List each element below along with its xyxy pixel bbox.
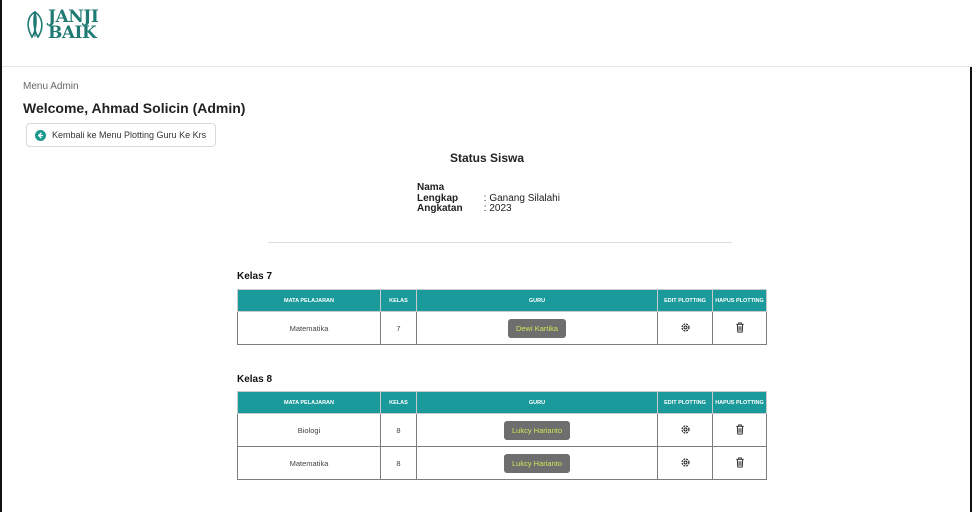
welcome-text: Welcome, Ahmad Solicin (Admin) xyxy=(23,100,246,116)
gear-icon[interactable] xyxy=(680,424,691,437)
gear-icon[interactable] xyxy=(680,322,691,335)
col-header-subject: MATA PELAJARAN xyxy=(237,391,381,414)
edit-cell xyxy=(657,413,713,447)
table-row: Matematika 8 Lukcy Harianto xyxy=(237,446,767,480)
trash-icon[interactable] xyxy=(735,456,745,470)
breadcrumb: Menu Admin xyxy=(23,81,79,92)
year-value: : 2023 xyxy=(483,203,512,214)
edit-cell xyxy=(657,311,713,345)
table-row: Biologi 8 Lukcy Harianto xyxy=(237,413,767,447)
kelas-cell: 8 xyxy=(380,413,417,447)
table-header-row: MATA PELAJARAN KELAS GURU EDIT PLOTTING … xyxy=(237,289,767,312)
table-row: Matematika 7 Dewi Kartika xyxy=(237,311,767,345)
col-header-kelas: KELAS xyxy=(380,289,417,312)
kelas-cell: 8 xyxy=(380,446,417,480)
name-row: Nama Lengkap : Ganang Silalahi xyxy=(417,182,560,204)
guru-button[interactable]: Dewi Kartika xyxy=(507,318,567,338)
back-button-label: Kembali ke Menu Plotting Guru Ke Krs xyxy=(52,130,207,140)
arrow-left-circle-icon xyxy=(35,129,46,141)
guru-cell: Lukcy Harianto xyxy=(416,446,658,480)
delete-cell xyxy=(712,311,767,345)
delete-cell xyxy=(712,413,767,447)
brand-name: JANJI BAIK xyxy=(48,9,99,43)
kelas-7-table: MATA PELAJARAN KELAS GURU EDIT PLOTTING … xyxy=(237,289,767,345)
kelas-cell: 7 xyxy=(380,311,417,345)
gear-icon[interactable] xyxy=(680,457,691,470)
col-header-subject: MATA PELAJARAN xyxy=(237,289,381,312)
subject-cell: Biologi xyxy=(237,413,381,447)
name-label: Nama Lengkap xyxy=(417,182,459,204)
col-header-guru: GURU xyxy=(416,289,658,312)
top-bar: JANJI BAIK xyxy=(2,0,972,67)
guru-cell: Dewi Kartika xyxy=(416,311,658,345)
guru-button[interactable]: Lukcy Harianto xyxy=(503,420,571,440)
col-header-edit: EDIT PLOTTING xyxy=(657,289,713,312)
year-row: Angkatan : 2023 xyxy=(417,203,512,214)
guru-button[interactable]: Lukcy Harianto xyxy=(503,453,571,473)
trash-icon[interactable] xyxy=(735,321,745,335)
col-header-delete: HAPUS PLOTTING xyxy=(712,289,767,312)
delete-cell xyxy=(712,446,767,480)
back-to-plotting-button[interactable]: Kembali ke Menu Plotting Guru Ke Krs xyxy=(26,123,216,147)
divider xyxy=(268,242,732,243)
kelas-8-table: MATA PELAJARAN KELAS GURU EDIT PLOTTING … xyxy=(237,391,767,480)
subject-cell: Matematika xyxy=(237,311,381,345)
col-header-delete: HAPUS PLOTTING xyxy=(712,391,767,414)
subject-cell: Matematika xyxy=(237,446,381,480)
table-header-row: MATA PELAJARAN KELAS GURU EDIT PLOTTING … xyxy=(237,391,767,414)
brand-logo[interactable]: JANJI BAIK xyxy=(24,9,99,43)
col-header-edit: EDIT PLOTTING xyxy=(657,391,713,414)
section-title: Kelas 7 xyxy=(237,271,273,282)
leaf-logo-icon xyxy=(27,11,43,39)
trash-icon[interactable] xyxy=(735,423,745,437)
col-header-guru: GURU xyxy=(416,391,658,414)
section-title: Kelas 8 xyxy=(237,374,273,385)
brand-line2: BAIK xyxy=(48,23,97,43)
col-header-kelas: KELAS xyxy=(380,391,417,414)
edit-cell xyxy=(657,446,713,480)
guru-cell: Lukcy Harianto xyxy=(416,413,658,447)
status-title: Status Siswa xyxy=(449,151,525,165)
year-label: Angkatan xyxy=(417,203,463,214)
